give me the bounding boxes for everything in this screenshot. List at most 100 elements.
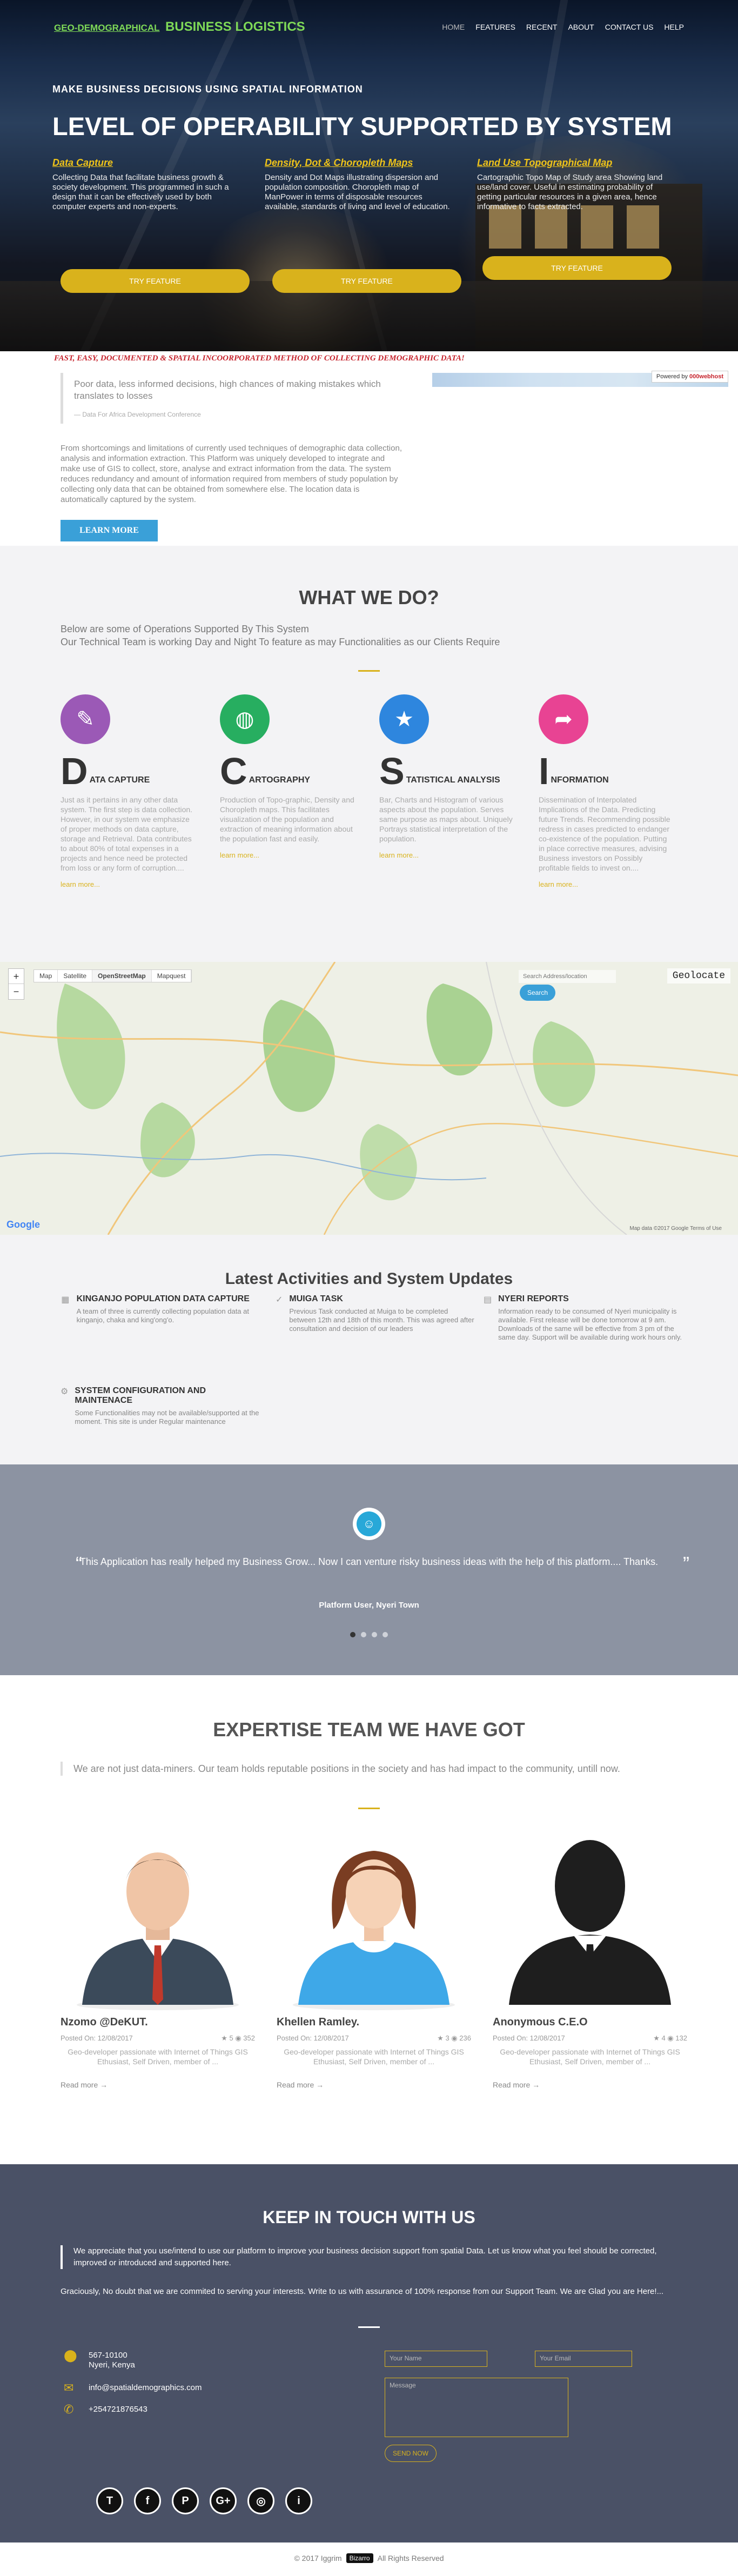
info-icon[interactable]: i xyxy=(285,2487,312,2514)
service-card: ★ S TATISTICAL ANALYSIS Bar, Charts and His… xyxy=(379,694,514,888)
team-section: EXPERTISE TEAM WE HAVE GOT We are not ju… xyxy=(0,1675,738,2164)
envelope-icon: ✉ xyxy=(64,2381,74,2394)
quote-cite: — Data For Africa Development Conference xyxy=(74,411,201,418)
member-desc: Geo-developer passionate with Internet o… xyxy=(284,2048,464,2066)
learn-more-link[interactable]: learn more... xyxy=(539,880,674,888)
facebook-icon[interactable]: f xyxy=(134,2487,161,2514)
map-canvas[interactable] xyxy=(0,962,738,1235)
message-field[interactable]: Message xyxy=(385,2378,568,2437)
map-tab[interactable]: Mapquest xyxy=(152,970,192,982)
star-icon: ★ xyxy=(394,707,414,731)
brand-logo[interactable]: GEO-DEMOGRAPHICAL BUSINESS LOGISTICS xyxy=(54,19,305,35)
star-circle[interactable]: ★ xyxy=(379,694,429,744)
map-search-button[interactable]: Search xyxy=(520,985,556,1001)
service-desc: Production of Topo-graphic, Density and … xyxy=(220,795,354,843)
google-plus-icon[interactable]: G+ xyxy=(210,2487,237,2514)
member-meta: Posted On: 12/08/2017 ★ 4 ◉ 132 xyxy=(493,2034,687,2043)
hero-content: MAKE BUSINESS DECISIONS USING SPATIAL IN… xyxy=(52,84,686,212)
feature-title[interactable]: Density, Dot & Choropleth Maps xyxy=(265,157,457,169)
share-circle[interactable]: ➦ xyxy=(539,694,588,744)
map-credit: Map data ©2017 Google Terms of Use xyxy=(629,1226,722,1232)
map-search-input[interactable]: Search Address/location xyxy=(519,970,616,983)
views-count: 352 xyxy=(243,2034,255,2042)
check-icon: ✓ xyxy=(276,1295,283,1304)
try-feature-button[interactable]: TRY FEATURE xyxy=(61,269,250,293)
service-card: ✎ D ATA CAPTURE Just as it pertains in any … xyxy=(61,694,196,888)
service-heading: S TATISTICAL ANALYSIS xyxy=(379,752,514,790)
nav-recent[interactable]: RECENT xyxy=(526,23,558,31)
globe-circle[interactable]: ◍ xyxy=(220,694,270,744)
name-field[interactable]: Your Name xyxy=(385,2351,487,2367)
learn-more-link[interactable]: learn more... xyxy=(61,880,196,888)
activity-item: ✓ MUIGA TASK Previous Task conducted at M… xyxy=(276,1294,475,1333)
carousel-dot[interactable] xyxy=(350,1632,355,1637)
eye-icon: ◉ xyxy=(451,2034,460,2042)
map-tab[interactable]: OpenStreetMap xyxy=(92,970,152,982)
send-button[interactable]: SEND NOW xyxy=(385,2445,437,2462)
latest-updates-section: Latest Activities and System Updates ▦ K… xyxy=(0,1235,738,1464)
member-name[interactable]: Nzomo @DeKUT. xyxy=(61,2016,255,2029)
contact-phone[interactable]: ✆ +254721876543 xyxy=(64,2404,147,2416)
dribbble-icon[interactable]: ◎ xyxy=(247,2487,274,2514)
team-member-card: Nzomo @DeKUT. Posted On: 12/08/2017 ★ 5 … xyxy=(61,1821,255,2089)
activity-desc: Information ready to be consumed of Nyer… xyxy=(498,1307,682,1341)
member-stats: ★ 5 ◉ 352 xyxy=(221,2034,255,2043)
zoom-out-button[interactable]: − xyxy=(9,984,24,999)
learn-more-button[interactable]: LEARN MORE xyxy=(61,520,158,541)
nav-about[interactable]: ABOUT xyxy=(568,23,594,31)
learn-more-link[interactable]: learn more... xyxy=(379,851,514,859)
pinterest-icon[interactable]: P xyxy=(172,2487,199,2514)
feature-desc: Cartographic Topo Map of Study area Show… xyxy=(477,173,663,211)
try-feature-button[interactable]: TRY FEATURE xyxy=(482,256,672,280)
map-tab[interactable]: Satellite xyxy=(58,970,93,982)
nav-menu: HOME FEATURES RECENT ABOUT CONTACT US HE… xyxy=(442,23,684,31)
read-more-link[interactable]: Read more → xyxy=(61,2080,255,2089)
twitter-icon[interactable]: T xyxy=(96,2487,123,2514)
zoom-in-button[interactable]: + xyxy=(9,969,24,984)
member-name[interactable]: Anonymous C.E.O xyxy=(493,2016,687,2029)
nav-home[interactable]: HOME xyxy=(442,23,465,31)
feature-title[interactable]: Land Use Topographical Map xyxy=(477,157,669,169)
member-desc: Geo-developer passionate with Internet o… xyxy=(500,2048,680,2066)
activity-title[interactable]: SYSTEM CONFIGURATION AND MAINTENACE xyxy=(75,1386,260,1406)
geolocate-button[interactable]: Geolocate xyxy=(667,968,730,983)
member-name[interactable]: Khellen Ramley. xyxy=(277,2016,471,2029)
hero-kicker: MAKE BUSINESS DECISIONS USING SPATIAL IN… xyxy=(52,84,363,95)
carousel-dot[interactable] xyxy=(361,1632,366,1637)
edit-circle[interactable]: ✎ xyxy=(61,694,110,744)
email-field[interactable]: Your Email xyxy=(535,2351,632,2367)
location-pin-icon: ⬤ xyxy=(64,2348,77,2362)
try-feature-button[interactable]: TRY FEATURE xyxy=(272,269,461,293)
activity-title[interactable]: NYERI REPORTS xyxy=(498,1294,683,1304)
gear-icon: ⚙ xyxy=(61,1387,69,1396)
nav-contact[interactable]: CONTACT US xyxy=(605,23,654,31)
member-meta: Posted On: 12/08/2017 ★ 3 ◉ 236 xyxy=(277,2034,471,2043)
eye-icon: ◉ xyxy=(235,2034,244,2042)
map-tab[interactable]: Map xyxy=(34,970,58,982)
feature-title[interactable]: Data Capture xyxy=(52,157,244,169)
interactive-map[interactable]: + − Map Satellite OpenStreetMap Mapquest… xyxy=(0,962,738,1235)
email-text[interactable]: info@spatialdemographics.com xyxy=(89,2383,202,2393)
service-card: ◍ C ARTOGRAPHY Production of Topo-graphic, … xyxy=(220,694,355,888)
member-stats: ★ 4 ◉ 132 xyxy=(653,2034,687,2043)
posted-date: Posted On: 12/08/2017 xyxy=(277,2034,349,2042)
posted-date: Posted On: 12/08/2017 xyxy=(61,2034,133,2042)
read-more-link[interactable]: Read more → xyxy=(493,2080,687,2089)
testimonial-section: ☺ “ This Application has really helped m… xyxy=(0,1464,738,1675)
carousel-dot[interactable] xyxy=(383,1632,388,1637)
contact-email[interactable]: ✉ info@spatialdemographics.com xyxy=(64,2381,202,2394)
eye-icon: ◉ xyxy=(667,2034,676,2042)
learn-more-link[interactable]: learn more... xyxy=(220,851,355,859)
activity-title[interactable]: KINGANJO POPULATION DATA CAPTURE xyxy=(77,1294,260,1304)
intro-title: FAST, EASY, DOCUMENTED & SPATIAL INCOORP… xyxy=(54,354,465,363)
phone-text[interactable]: +254721876543 xyxy=(89,2405,147,2414)
activity-item: ▦ KINGANJO POPULATION DATA CAPTURE A team… xyxy=(61,1294,260,1324)
nav-features[interactable]: FEATURES xyxy=(475,23,515,31)
subtitle-line: Our Technical Team is working Day and Ni… xyxy=(61,637,500,647)
carousel-dot[interactable] xyxy=(372,1632,377,1637)
powered-by-badge[interactable]: Powered by 000webhost xyxy=(651,371,728,383)
read-more-link[interactable]: Read more → xyxy=(277,2080,471,2089)
nav-help[interactable]: HELP xyxy=(664,23,684,31)
star-icon: ★ xyxy=(437,2034,446,2042)
activity-title[interactable]: MUIGA TASK xyxy=(289,1294,475,1304)
